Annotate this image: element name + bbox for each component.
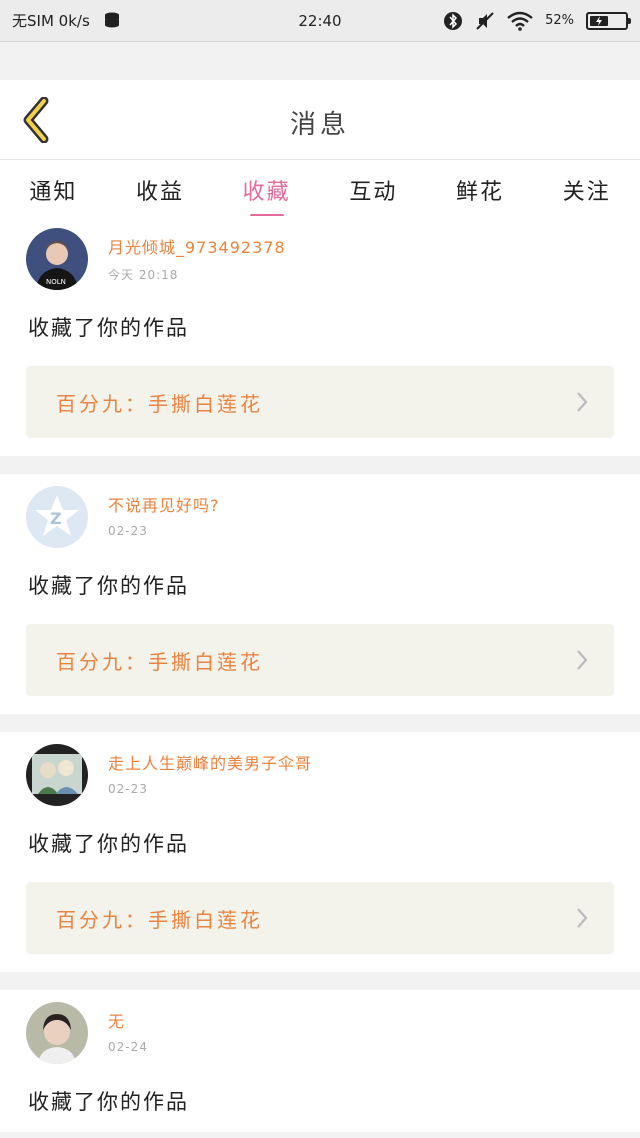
- svg-text:NOLN: NOLN: [46, 278, 66, 286]
- tab-bar: 通知 收益 收藏 互动 鲜花 关注: [0, 160, 640, 216]
- message-card: Z 不说再见好吗? 02-23 收藏了你的作品 百分九：手撕白莲花: [0, 474, 640, 714]
- avatar[interactable]: [26, 744, 88, 806]
- work-link[interactable]: 百分九：手撕白莲花: [26, 624, 614, 696]
- message-card: 无 02-24 收藏了你的作品: [0, 990, 640, 1132]
- action-text: 收藏了你的作品: [28, 1090, 189, 1114]
- svg-text:Z: Z: [50, 509, 62, 528]
- message-card: NOLN 月光倾城_973492378 今天 20:18 收藏了你的作品 百分九…: [0, 216, 640, 456]
- action-text: 收藏了你的作品: [28, 316, 189, 340]
- mute-icon: [475, 11, 495, 31]
- chevron-right-icon: [577, 908, 588, 928]
- bluetooth-icon: [443, 11, 463, 31]
- clock: 22:40: [298, 11, 342, 30]
- tab-notify[interactable]: 通知: [0, 160, 107, 206]
- carrier-text: 无SIM 0k/s: [12, 12, 90, 30]
- timestamp: 02-23: [108, 782, 148, 796]
- work-title: 百分九：手撕白莲花: [56, 907, 263, 932]
- message-card: 走上人生巅峰的美男子伞哥 02-23 收藏了你的作品 百分九：手撕白莲花: [0, 732, 640, 972]
- wifi-icon: [507, 11, 533, 31]
- tab-follow[interactable]: 关注: [533, 160, 640, 206]
- avatar[interactable]: NOLN: [26, 228, 88, 290]
- timestamp: 02-24: [108, 1040, 148, 1054]
- chevron-right-icon: [577, 650, 588, 670]
- tab-favorites[interactable]: 收藏: [213, 160, 320, 206]
- avatar[interactable]: [26, 1002, 88, 1064]
- username[interactable]: 无: [108, 1008, 125, 1032]
- action-text: 收藏了你的作品: [28, 574, 189, 598]
- username[interactable]: 不说再见好吗?: [108, 492, 220, 516]
- timestamp: 今天 20:18: [108, 268, 179, 282]
- username[interactable]: 走上人生巅峰的美男子伞哥: [108, 750, 312, 774]
- tab-interaction[interactable]: 互动: [320, 160, 427, 206]
- work-link[interactable]: 百分九：手撕白莲花: [26, 366, 614, 438]
- chevron-right-icon: [577, 392, 588, 412]
- work-title: 百分九：手撕白莲花: [56, 649, 263, 674]
- database-icon: [102, 11, 122, 31]
- battery-percent: 52%: [545, 13, 574, 28]
- status-bar: 无SIM 0k/s 22:40 52%: [0, 0, 640, 42]
- timestamp: 02-23: [108, 524, 148, 538]
- page-title: 消息: [289, 110, 350, 140]
- work-link[interactable]: 百分九：手撕白莲花: [26, 882, 614, 954]
- work-title: 百分九：手撕白莲花: [56, 391, 263, 416]
- action-text: 收藏了你的作品: [28, 832, 189, 856]
- message-feed: NOLN 月光倾城_973492378 今天 20:18 收藏了你的作品 百分九…: [0, 216, 640, 1132]
- app-header: 消息: [0, 80, 640, 160]
- battery-icon: [586, 11, 631, 30]
- tab-earnings[interactable]: 收益: [107, 160, 214, 206]
- username[interactable]: 月光倾城_973492378: [108, 234, 286, 258]
- avatar[interactable]: Z: [26, 486, 88, 548]
- tab-flowers[interactable]: 鲜花: [427, 160, 534, 206]
